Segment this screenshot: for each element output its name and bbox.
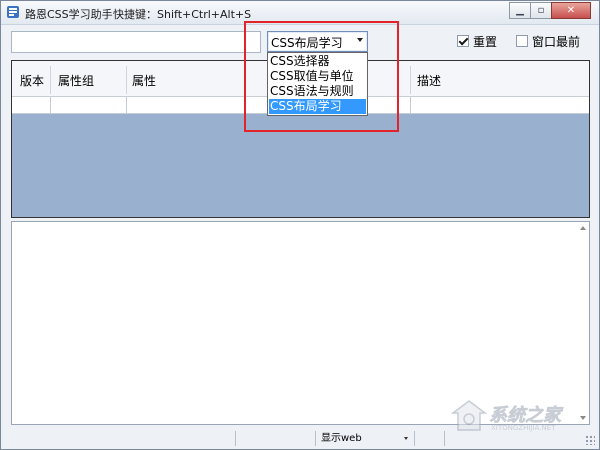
scroll-up-icon[interactable] <box>580 226 586 230</box>
detail-textarea[interactable] <box>11 221 590 425</box>
watermark-logo-icon <box>450 400 488 431</box>
topmost-label: 窗口最前 <box>532 35 581 49</box>
column-divider[interactable] <box>50 66 51 94</box>
topmost-checkbox[interactable] <box>516 35 528 47</box>
shortcut-hint: 快捷键：Shift+Ctrl+Alt+S <box>113 8 252 21</box>
window-controls: ▁ ▫ ✕ <box>509 2 591 20</box>
watermark: 系统之家 XITONGZHIJIA.NET <box>449 397 589 437</box>
display-mode-select[interactable]: 显示web <box>318 431 412 447</box>
watermark-url: XITONGZHIJIA.NET <box>491 424 556 432</box>
reset-checkbox[interactable] <box>457 35 469 47</box>
column-header-property[interactable]: 属性 <box>132 72 156 89</box>
annotation-highlight-box <box>244 21 399 132</box>
vertical-scrollbar[interactable] <box>578 222 589 424</box>
reset-label: 重置 <box>473 35 498 49</box>
column-header-version[interactable]: 版本 <box>20 72 44 89</box>
dropdown-arrow-icon <box>404 437 408 440</box>
app-icon <box>7 6 19 18</box>
app-window: 路恩CSS学习助手 快捷键：Shift+Ctrl+Alt+S ▁ ▫ ✕ CSS… <box>0 0 600 450</box>
minimize-icon: ▁ <box>516 5 524 16</box>
cell-divider <box>410 97 411 114</box>
maximize-icon: ▫ <box>537 5 545 16</box>
column-divider[interactable] <box>410 66 411 94</box>
maximize-button[interactable]: ▫ <box>530 2 552 19</box>
column-divider[interactable] <box>126 66 127 94</box>
display-mode-value: 显示web <box>321 433 362 444</box>
window-title: 路恩CSS学习助手 <box>25 8 113 21</box>
close-icon: ✕ <box>566 5 576 16</box>
close-button[interactable]: ✕ <box>551 2 591 19</box>
cell-divider <box>126 97 127 114</box>
status-divider <box>414 431 415 446</box>
cell-divider <box>50 97 51 114</box>
status-divider <box>444 431 445 446</box>
search-input[interactable] <box>11 31 261 53</box>
column-header-description[interactable]: 描述 <box>417 72 441 89</box>
status-divider <box>235 431 236 446</box>
minimize-button[interactable]: ▁ <box>509 2 531 19</box>
column-header-group[interactable]: 属性组 <box>58 72 94 89</box>
status-divider <box>315 431 316 446</box>
